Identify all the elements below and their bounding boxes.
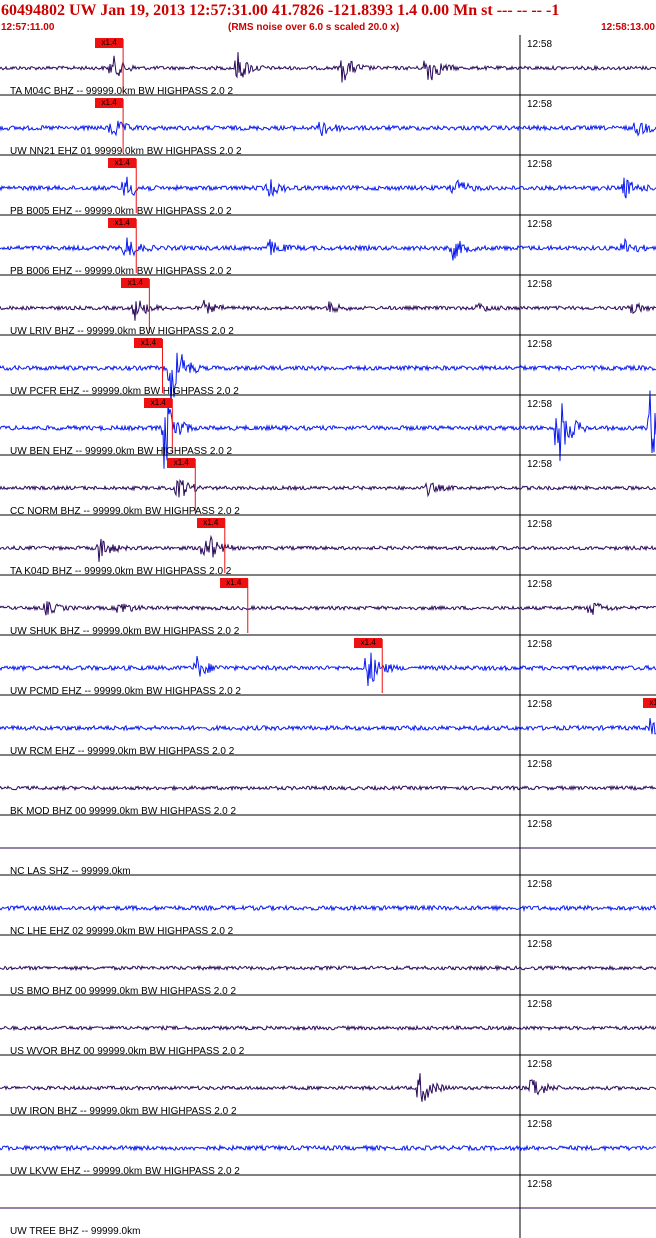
station-label: TA K04D BHZ -- 99999.0km BW HIGHPASS 2.0… bbox=[10, 566, 232, 577]
station-label: UW TREE BHZ -- 99999.0km bbox=[10, 1226, 141, 1237]
scale-note: (RMS noise over 6.0 s scaled 20.0 x) bbox=[228, 22, 400, 33]
minute-mark-label: 12:58 bbox=[527, 399, 553, 410]
seismogram-panel: 12:58 TA M04C BHZ -- 99999.0km BW HIGHPAS… bbox=[0, 35, 656, 1238]
minute-mark-label: 12:58 bbox=[527, 99, 553, 110]
minute-mark-label: 12:58 bbox=[527, 699, 553, 710]
seismic-trace bbox=[0, 718, 656, 735]
event-header-title: 60494802 UW Jan 19, 2013 12:57:31.00 41.… bbox=[1, 2, 560, 19]
pick-marker: x1.4 bbox=[196, 518, 225, 528]
seismic-trace bbox=[0, 1024, 656, 1032]
minute-mark-label: 12:58 bbox=[527, 339, 553, 350]
minute-mark-label: 12:58 bbox=[527, 459, 553, 470]
end-time: 12:58:13.00 bbox=[601, 22, 655, 33]
pick-marker: x1.4 bbox=[134, 338, 163, 348]
pick-marker: x1.4 bbox=[95, 98, 124, 108]
minute-mark-label: 12:58 bbox=[527, 519, 553, 530]
seismic-trace bbox=[0, 534, 656, 562]
seismic-trace bbox=[0, 237, 656, 261]
minute-mark-label: 12:58 bbox=[527, 579, 553, 590]
station-label: PB B005 EHZ -- 99999.0km BW HIGHPASS 2.0… bbox=[10, 206, 232, 217]
minute-mark-label: 12:58 bbox=[527, 1059, 553, 1070]
station-label: UW RCM EHZ -- 99999.0km BW HIGHPASS 2.0 … bbox=[10, 746, 235, 757]
seismic-trace bbox=[0, 601, 656, 616]
seismic-trace bbox=[0, 784, 656, 792]
seismic-trace bbox=[0, 1073, 656, 1102]
pick-marker: x1.4 bbox=[95, 38, 124, 48]
station-label: US BMO BHZ 00 99999.0km BW HIGHPASS 2.0 … bbox=[10, 986, 237, 997]
seismic-trace bbox=[0, 176, 656, 199]
station-label: UW LRIV BHZ -- 99999.0km BW HIGHPASS 2.0… bbox=[10, 326, 234, 337]
pick-marker: x1.4 bbox=[121, 278, 150, 288]
minute-mark-label: 12:58 bbox=[527, 939, 553, 950]
pick-marker: x1.4 bbox=[144, 398, 173, 408]
seismic-trace bbox=[0, 1144, 656, 1153]
seismic-trace bbox=[0, 299, 656, 321]
minute-mark-label: 12:58 bbox=[527, 999, 553, 1010]
pick-marker: x1.4 bbox=[167, 458, 196, 468]
seismic-trace bbox=[0, 479, 656, 498]
station-label: NC LAS SHZ -- 99999.0km bbox=[10, 866, 131, 877]
minute-mark-label: 12:58 bbox=[527, 159, 553, 170]
pick-marker: x1.4 bbox=[642, 698, 656, 708]
seismic-trace bbox=[0, 964, 656, 972]
station-label: UW PCFR EHZ -- 99999.0km BW HIGHPASS 2.0… bbox=[10, 386, 239, 397]
seismic-trace bbox=[0, 904, 656, 913]
minute-mark-label: 12:58 bbox=[527, 1179, 553, 1190]
station-label: UW NN21 EHZ 01 99999.0km BW HIGHPASS 2.0… bbox=[10, 146, 242, 157]
start-time: 12:57:11.00 bbox=[1, 22, 55, 33]
seismic-trace bbox=[0, 352, 656, 408]
station-label: TA M04C BHZ -- 99999.0km BW HIGHPASS 2.0… bbox=[10, 86, 234, 97]
pick-marker: x1.4 bbox=[219, 578, 248, 588]
station-label: US WVOR BHZ 00 99999.0km BW HIGHPASS 2.0… bbox=[10, 1046, 245, 1057]
station-label: UW BEN EHZ -- 99999.0km BW HIGHPASS 2.0 … bbox=[10, 446, 233, 457]
minute-mark-label: 12:58 bbox=[527, 39, 553, 50]
station-label: UW SHUK BHZ -- 99999.0km BW HIGHPASS 2.0… bbox=[10, 626, 240, 637]
pick-marker: x1.4 bbox=[108, 218, 137, 228]
station-label: BK MOD BHZ 00 99999.0km BW HIGHPASS 2.0 … bbox=[10, 806, 237, 817]
minute-mark-label: 12:58 bbox=[527, 1119, 553, 1130]
pick-marker: x1.4 bbox=[108, 158, 137, 168]
station-label: UW IRON BHZ -- 99999.0km BW HIGHPASS 2.0… bbox=[10, 1106, 237, 1117]
seismic-trace bbox=[0, 120, 656, 137]
seismic-trace bbox=[0, 652, 656, 687]
station-label: CC NORM BHZ -- 99999.0km BW HIGHPASS 2.0… bbox=[10, 506, 240, 517]
minute-mark-label: 12:58 bbox=[527, 279, 553, 290]
minute-mark-label: 12:58 bbox=[527, 879, 553, 890]
minute-mark-label: 12:58 bbox=[527, 759, 553, 770]
seismic-trace bbox=[0, 52, 656, 83]
minute-mark-label: 12:58 bbox=[527, 639, 553, 650]
station-label: UW PCMD EHZ -- 99999.0km BW HIGHPASS 2.0… bbox=[10, 686, 241, 697]
minute-mark-label: 12:58 bbox=[527, 819, 553, 830]
station-label: PB B006 EHZ -- 99999.0km BW HIGHPASS 2.0… bbox=[10, 266, 232, 277]
pick-marker: x1.4 bbox=[354, 638, 383, 648]
station-label: UW LKVW EHZ -- 99999.0km BW HIGHPASS 2.0… bbox=[10, 1166, 240, 1177]
station-label: NC LHE EHZ 02 99999.0km BW HIGHPASS 2.0 … bbox=[10, 926, 234, 937]
minute-mark-label: 12:58 bbox=[527, 219, 553, 230]
